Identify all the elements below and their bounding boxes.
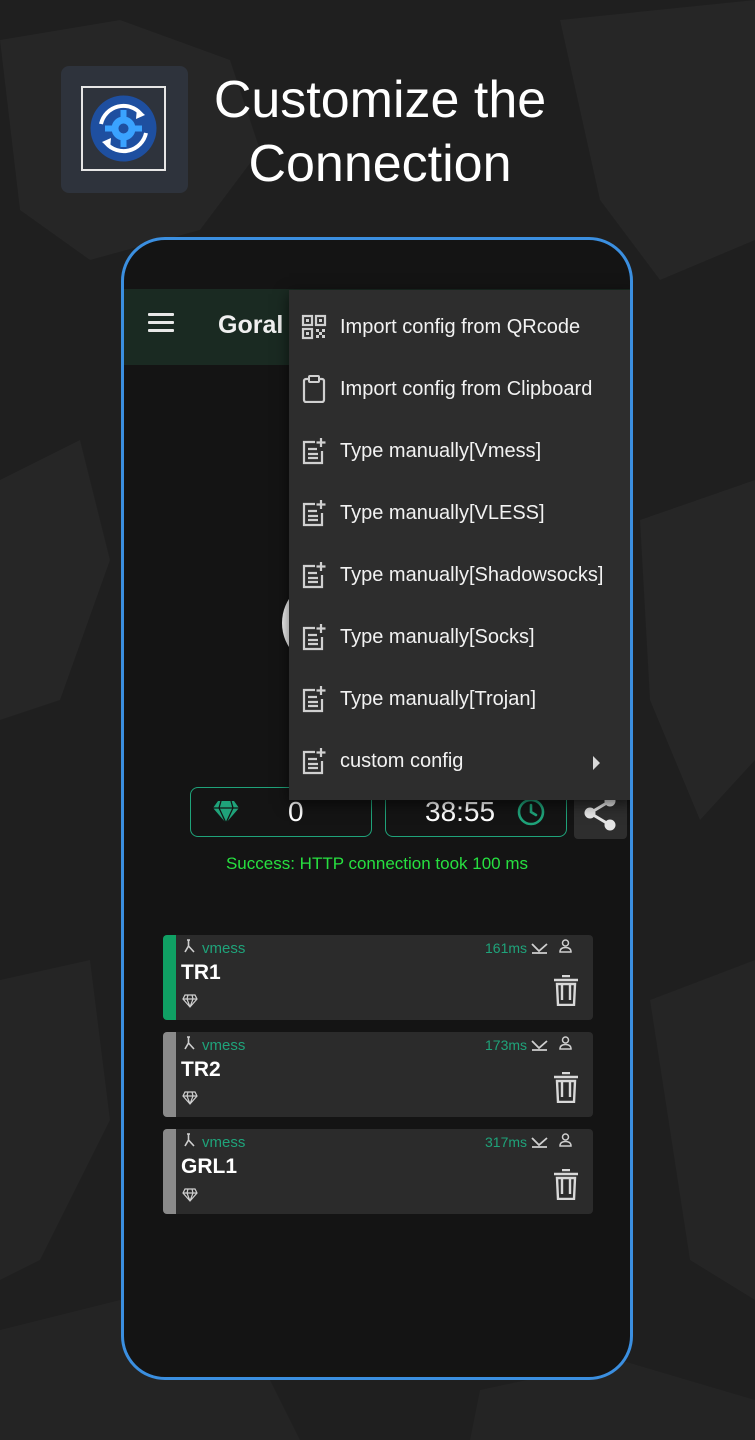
- menu-item-label: custom config: [340, 750, 464, 772]
- selection-indicator: [163, 1129, 176, 1214]
- promo-headline: Customize the Connection: [190, 68, 570, 196]
- gear-sync-icon: [90, 95, 157, 162]
- server-card[interactable]: vmess TR1 161ms: [163, 935, 593, 1020]
- user-icon[interactable]: [559, 939, 572, 953]
- diamond-icon: [182, 1188, 198, 1202]
- menu-item-import-qrcode[interactable]: Import config from QRcode: [289, 298, 630, 360]
- hamburger-menu-icon[interactable]: [148, 313, 174, 333]
- diamond-icon: [182, 1091, 198, 1105]
- server-card[interactable]: vmess GRL1 317ms: [163, 1129, 593, 1214]
- delete-icon[interactable]: [554, 975, 578, 1006]
- server-name: TR1: [181, 961, 221, 984]
- user-icon[interactable]: [559, 1133, 572, 1147]
- headline-line-2: Connection: [248, 135, 512, 193]
- server-ping: 161ms: [485, 940, 528, 956]
- menu-item-label: Import config from QRcode: [340, 316, 581, 338]
- menu-item-label: Type manually[Shadowsocks]: [340, 564, 604, 586]
- server-name: TR2: [181, 1058, 221, 1081]
- traffic-value: 0: [288, 796, 304, 827]
- submenu-arrow-icon: [593, 756, 600, 770]
- protocol-icon: [184, 939, 195, 953]
- delete-icon[interactable]: [554, 1169, 578, 1200]
- test-ping-icon[interactable]: [531, 1136, 548, 1148]
- server-protocol: vmess: [202, 1134, 246, 1151]
- menu-item-label: Type manually[Vmess]: [340, 440, 542, 462]
- qrcode-icon: [301, 314, 327, 340]
- server-card[interactable]: vmess TR2 173ms: [163, 1032, 593, 1117]
- selected-indicator: [163, 935, 176, 1020]
- server-name: GRL1: [181, 1155, 238, 1178]
- protocol-icon: [184, 1133, 195, 1147]
- headline-line-1: Customize the: [213, 71, 547, 129]
- menu-item-label: Import config from Clipboard: [340, 378, 593, 400]
- menu-item-import-clipboard[interactable]: Import config from Clipboard: [289, 360, 630, 422]
- server-ping: 317ms: [485, 1134, 528, 1150]
- timer-value: 38:55: [425, 796, 496, 827]
- toolbar-title: Goral: [218, 311, 284, 339]
- delete-icon[interactable]: [554, 1072, 578, 1103]
- clock-icon: [517, 798, 545, 826]
- menu-item-label: Type manually[Socks]: [340, 626, 535, 648]
- phone-frame: Goral 0 38:55 Success: HTTP connection t…: [121, 237, 633, 1380]
- server-protocol: vmess: [202, 940, 246, 957]
- note-add-icon: [302, 438, 326, 465]
- menu-item-type-vmess[interactable]: Type manually[Vmess]: [289, 422, 630, 484]
- protocol-icon: [184, 1036, 195, 1050]
- server-ping: 173ms: [485, 1037, 528, 1053]
- test-ping-icon[interactable]: [531, 1039, 548, 1051]
- menu-item-label: Type manually[VLESS]: [340, 502, 545, 524]
- note-add-icon: [302, 624, 326, 651]
- menu-item-type-trojan[interactable]: Type manually[Trojan]: [289, 670, 630, 732]
- note-add-icon: [302, 562, 326, 589]
- note-add-icon: [302, 748, 326, 775]
- diamond-icon: [182, 994, 198, 1008]
- logo-frame: [81, 86, 166, 171]
- test-ping-icon[interactable]: [531, 942, 548, 954]
- app-logo: [61, 66, 188, 193]
- diamond-icon: [213, 801, 239, 823]
- add-config-menu: Import config from QRcode Import config …: [289, 290, 630, 800]
- server-protocol: vmess: [202, 1037, 246, 1054]
- menu-item-type-shadowsocks[interactable]: Type manually[Shadowsocks]: [289, 546, 630, 608]
- connection-status-text: Success: HTTP connection took 100 ms: [225, 854, 529, 873]
- user-icon[interactable]: [559, 1036, 572, 1050]
- menu-item-custom-config[interactable]: custom config: [289, 732, 630, 794]
- menu-item-type-socks[interactable]: Type manually[Socks]: [289, 608, 630, 670]
- menu-item-label: Type manually[Trojan]: [340, 688, 537, 710]
- menu-item-type-vless[interactable]: Type manually[VLESS]: [289, 484, 630, 546]
- note-add-icon: [302, 500, 326, 527]
- clipboard-icon: [302, 375, 326, 403]
- note-add-icon: [302, 686, 326, 713]
- selection-indicator: [163, 1032, 176, 1117]
